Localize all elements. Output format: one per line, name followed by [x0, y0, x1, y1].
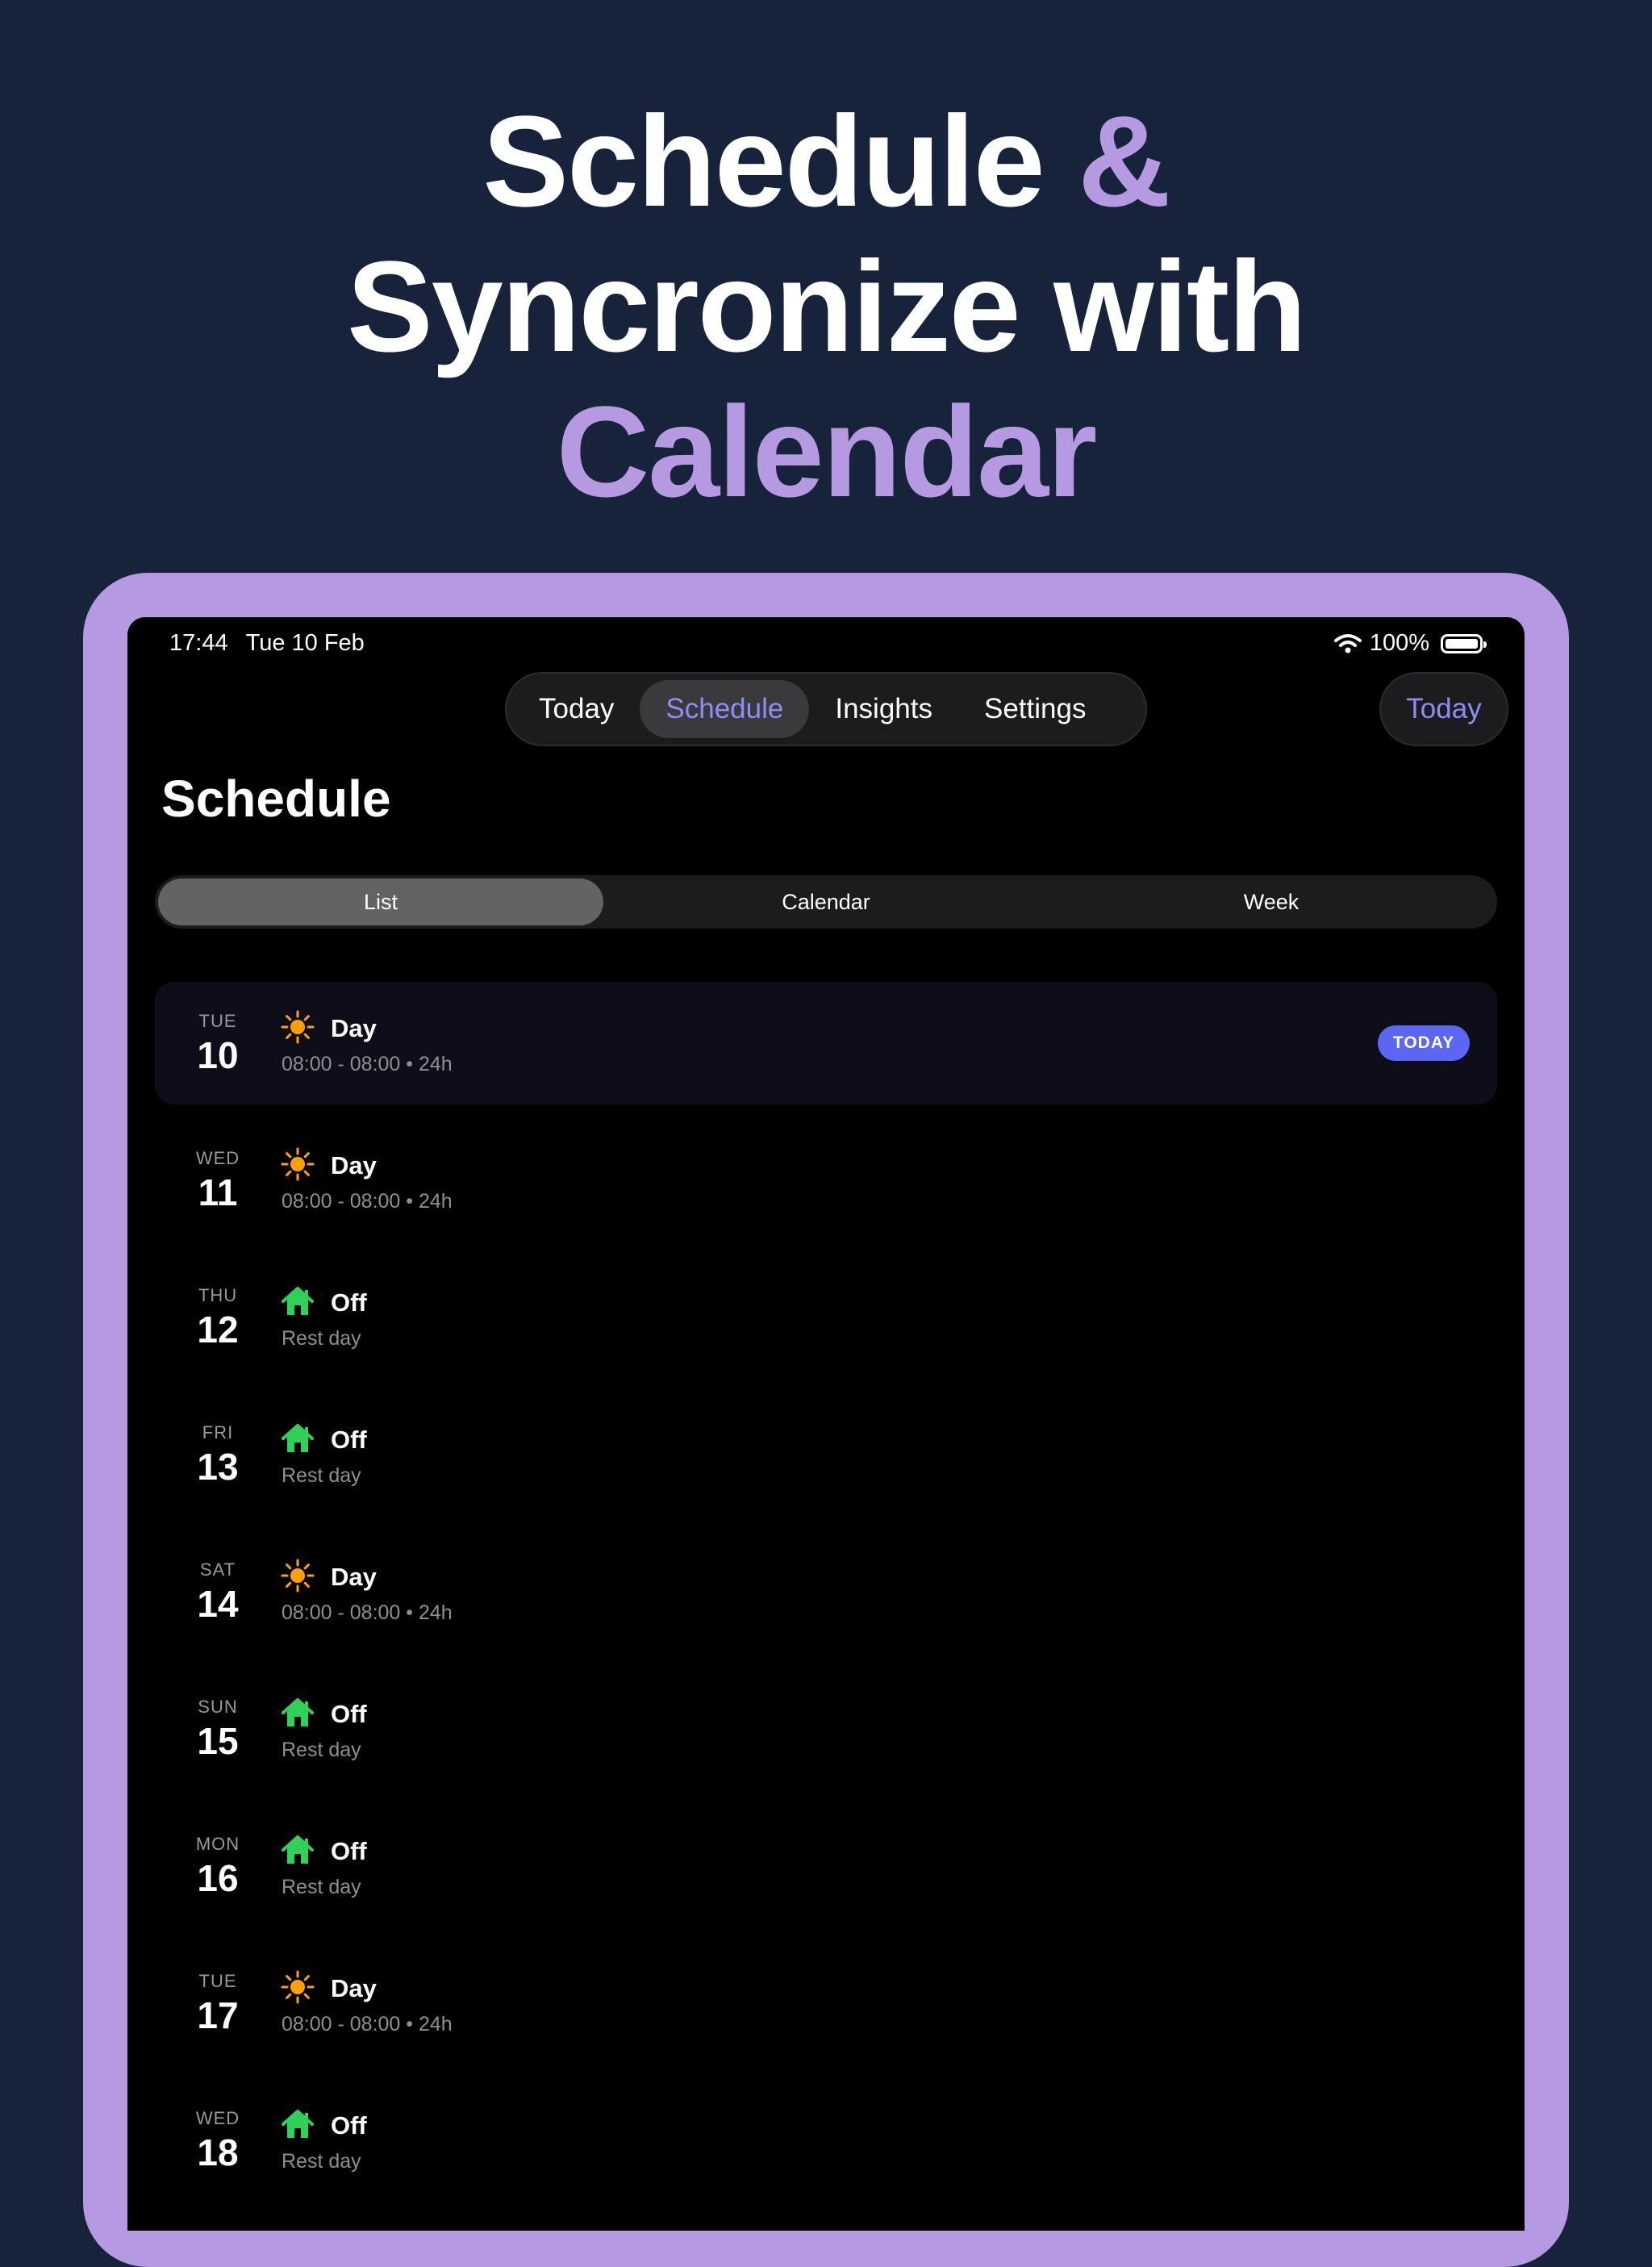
shift-type: Day — [331, 1151, 377, 1179]
shift-detail: 08:00 - 08:00 • 24h — [282, 2013, 453, 2035]
headline-line-3: Calendar — [556, 379, 1098, 524]
day-of-week: FRI — [202, 1422, 234, 1442]
shift-detail: Rest day — [282, 1464, 361, 1487]
sun-icon — [280, 1146, 315, 1182]
page-title: Schedule — [161, 770, 391, 828]
house-icon — [280, 2106, 315, 2142]
tab-insights[interactable]: Insights — [809, 680, 958, 738]
tab-today[interactable]: Today — [513, 680, 640, 738]
shift-row[interactable]: TUE 10 Day 08:00 - 08:00 • 24h TODAY — [155, 982, 1497, 1104]
day-of-week: TUE — [198, 1011, 237, 1031]
battery-icon — [1441, 633, 1487, 653]
shift-type: Day — [331, 1974, 377, 2002]
headline-line-1: Schedule & — [0, 89, 1652, 234]
shift-type: Off — [331, 1288, 367, 1317]
day-of-week: WED — [195, 2108, 240, 2128]
tab-schedule[interactable]: Schedule — [640, 680, 810, 738]
day-of-week: TUE — [198, 1971, 237, 1991]
shift-row[interactable]: SAT 14 Day 08:00 - 08:00 • 24h — [155, 1530, 1497, 1668]
shift-row[interactable]: WED 11 Day 08:00 - 08:00 • 24h — [155, 1119, 1497, 1256]
day-of-week: SAT — [199, 1559, 236, 1580]
sun-icon — [280, 1969, 315, 2005]
shift-detail: 08:00 - 08:00 • 24h — [282, 1190, 453, 1213]
day-number: 14 — [197, 1583, 239, 1625]
shift-detail: Rest day — [282, 1739, 361, 1761]
day-number: 11 — [198, 1171, 238, 1213]
shift-row[interactable]: SUN 15 Off Rest day — [155, 1668, 1497, 1805]
shift-type: Off — [331, 2111, 367, 2140]
shift-type: Off — [331, 1700, 367, 1728]
headline-word-schedule: Schedule — [482, 89, 1045, 233]
today-badge: TODAY — [1378, 1025, 1470, 1061]
day-number: 15 — [197, 1720, 239, 1762]
shift-detail: Rest day — [282, 1876, 361, 1898]
today-button[interactable]: Today — [1379, 672, 1508, 746]
shift-detail: Rest day — [282, 2150, 361, 2173]
view-segmented-control: List Calendar Week — [155, 875, 1497, 929]
house-icon — [280, 1421, 315, 1456]
shift-row[interactable]: THU 12 Off Rest day — [155, 1256, 1497, 1393]
shift-row[interactable]: TUE 17 Day 08:00 - 08:00 • 24h — [155, 1942, 1497, 2079]
headline-ampersand: & — [1078, 89, 1171, 233]
house-icon — [280, 1832, 315, 1868]
day-number: 16 — [197, 1857, 239, 1899]
shift-detail: Rest day — [282, 1327, 361, 1350]
day-number: 10 — [197, 1034, 239, 1076]
house-icon — [280, 1695, 315, 1731]
sun-icon — [280, 1009, 315, 1045]
shift-list: TUE 10 Day 08:00 - 08:00 • 24h TODAY WED… — [155, 982, 1497, 2216]
wifi-icon — [1333, 633, 1362, 653]
day-of-week: THU — [198, 1285, 238, 1305]
shift-detail: 08:00 - 08:00 • 24h — [282, 1053, 453, 1075]
headline-line-2: Syncronize with — [347, 234, 1307, 378]
tab-bar: Today Schedule Insights Settings — [505, 672, 1147, 746]
tab-settings[interactable]: Settings — [958, 680, 1112, 738]
shift-type: Off — [331, 1837, 367, 1865]
segment-calendar[interactable]: Calendar — [603, 879, 1049, 925]
status-time: 17:44 — [169, 630, 228, 656]
house-icon — [280, 1284, 315, 1319]
segment-list[interactable]: List — [158, 879, 603, 925]
day-of-week: WED — [195, 1148, 240, 1168]
status-date: Tue 10 Feb — [245, 630, 365, 656]
day-number: 18 — [197, 2131, 239, 2173]
device-screen: 17:44 Tue 10 Feb 100% Today Schedule Insig… — [127, 617, 1525, 2231]
status-bar-right: 100% — [1333, 630, 1487, 657]
day-of-week: SUN — [198, 1697, 238, 1717]
shift-type: Day — [331, 1014, 377, 1042]
segment-week[interactable]: Week — [1049, 879, 1494, 925]
headline: Schedule & Syncronize with Calendar — [0, 89, 1652, 524]
sun-icon — [280, 1558, 315, 1593]
day-number: 12 — [197, 1309, 239, 1351]
day-of-week: MON — [195, 1834, 240, 1854]
battery-percent: 100% — [1369, 630, 1429, 656]
shift-type: Day — [331, 1563, 377, 1591]
shift-type: Off — [331, 1426, 367, 1454]
day-number: 17 — [197, 1994, 239, 2036]
shift-row[interactable]: FRI 13 Off Rest day — [155, 1393, 1497, 1530]
status-bar-left: 17:44 Tue 10 Feb — [169, 630, 365, 657]
day-number: 13 — [197, 1446, 239, 1488]
shift-row[interactable]: MON 16 Off Rest day — [155, 1805, 1497, 1942]
shift-detail: 08:00 - 08:00 • 24h — [282, 1601, 453, 1624]
shift-row[interactable]: WED 18 Off Rest day — [155, 2079, 1497, 2216]
